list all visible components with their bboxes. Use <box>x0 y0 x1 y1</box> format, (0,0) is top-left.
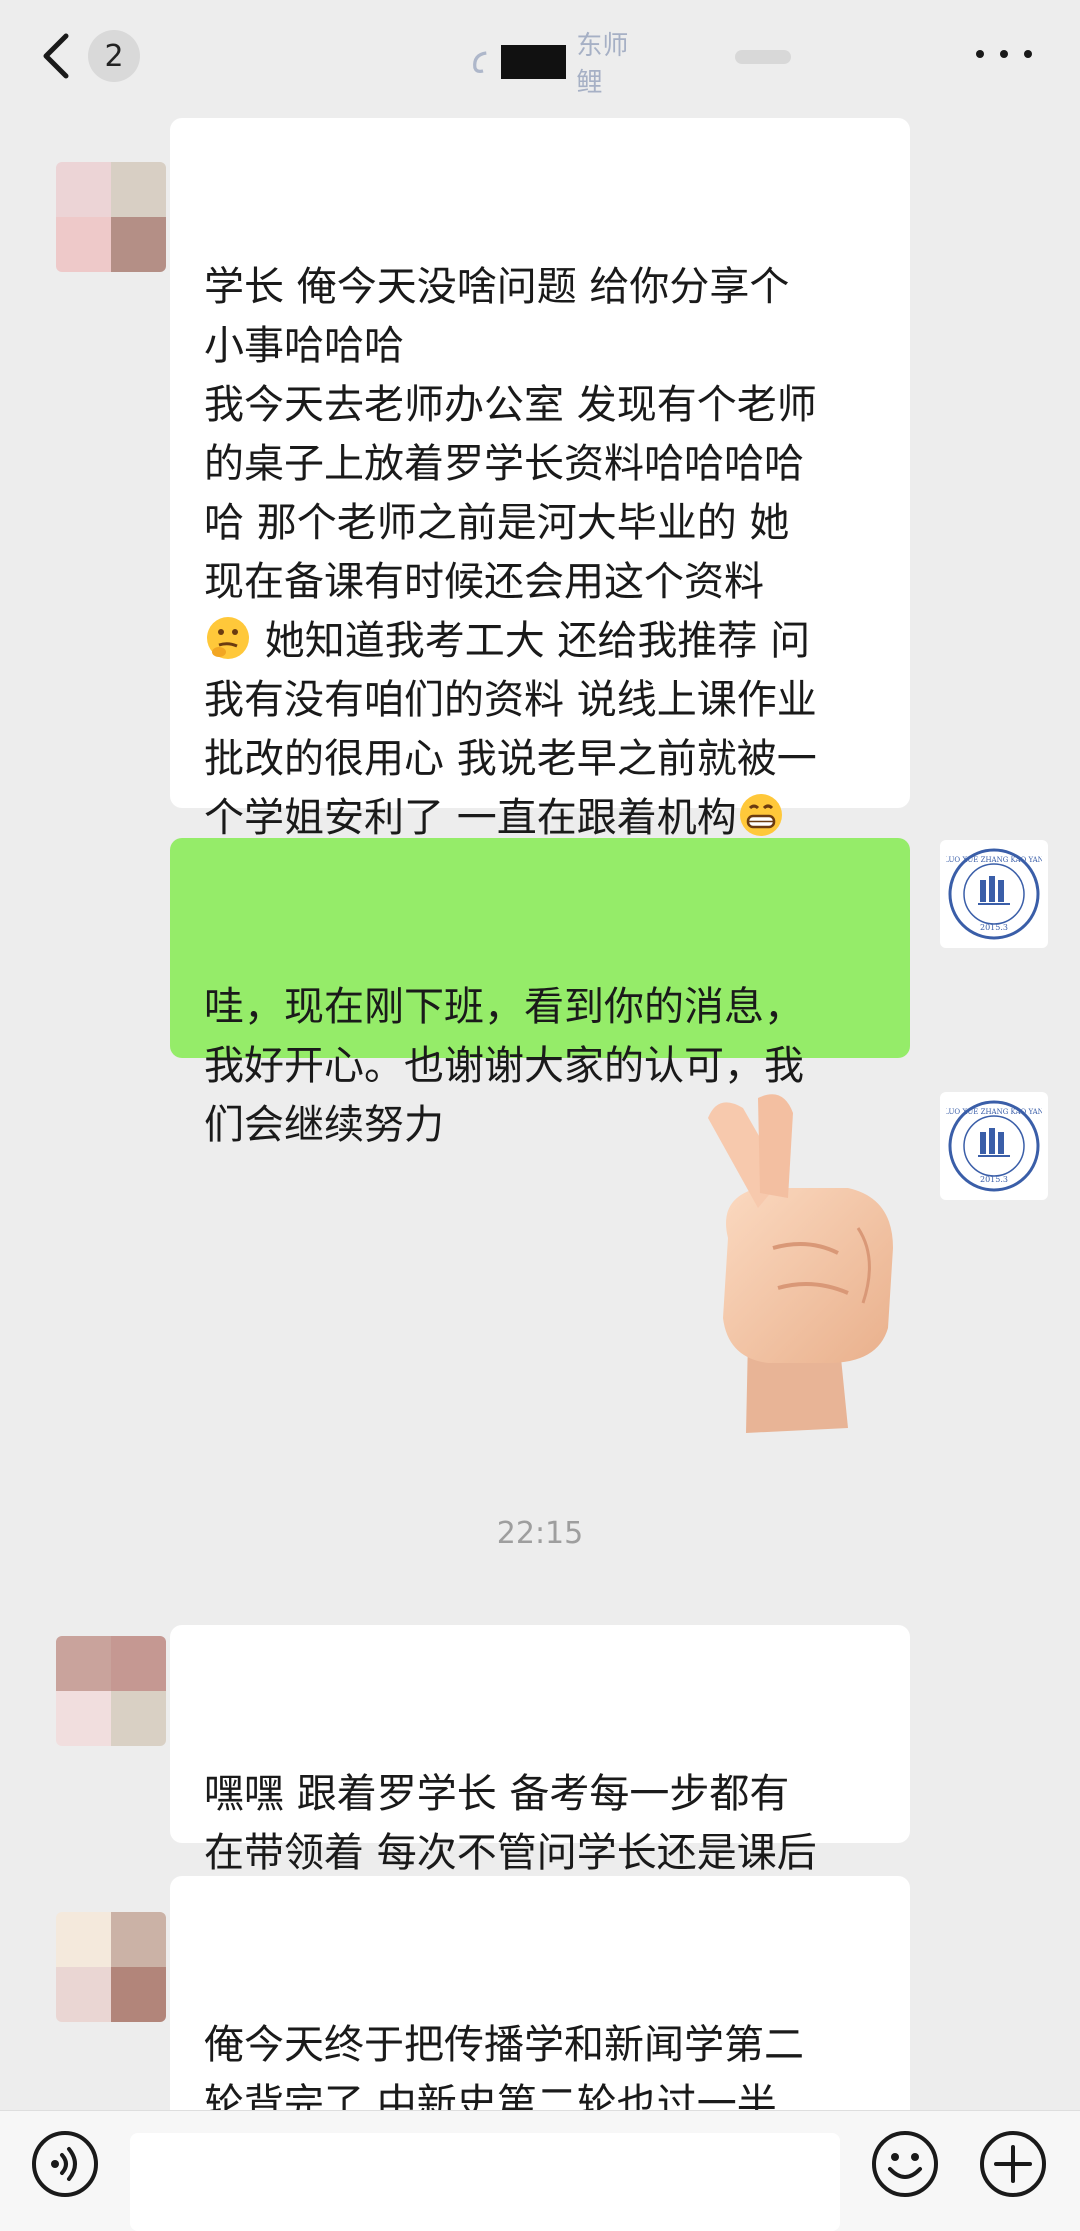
blur-smudge <box>735 50 791 64</box>
group-icon <box>473 51 487 73</box>
self-avatar-logo[interactable]: LUO XUE ZHANG KAO YAN 2015.3 <box>940 840 1048 948</box>
logo-arc-text: LUO XUE ZHANG KAO YAN <box>946 856 1042 864</box>
logo-year: 2015.3 <box>980 923 1008 932</box>
chevron-left-icon <box>43 33 69 79</box>
self-avatar-logo[interactable]: LUO XUE ZHANG KAO YAN 2015.3 <box>940 1092 1048 1200</box>
more-dots-icon <box>976 50 984 58</box>
message-bubble-incoming[interactable]: 嘿嘿 跟着罗学长 备考每一步都有 在带领着 每次不管问学长还是课后 问学姐都有很… <box>170 1625 910 1935</box>
message-timestamp: 22:15 <box>496 1516 584 1551</box>
emoji-icon[interactable] <box>870 2129 940 2199</box>
message-bubble-incoming[interactable]: 俺今天终于把传播学和新闻学第二 轮背完了 中新史第二轮也过一半 了 虽然进度不是… <box>170 1876 910 2136</box>
contact-avatar[interactable] <box>56 1636 166 1746</box>
thinking-emoji-icon <box>207 617 249 659</box>
back-button[interactable]: 2 <box>38 24 148 88</box>
unread-count-badge: 2 <box>88 30 140 82</box>
message-bubble-outgoing[interactable]: 哇，现在刚下班，看到你的消息， 我好开心。也谢谢大家的认可，我 们会继续努力 <box>170 838 910 1148</box>
chat-input-bar <box>0 2110 1080 2231</box>
contact-avatar[interactable] <box>56 1912 166 2022</box>
chat-header: 2 东师鲤 <box>0 0 1080 110</box>
grin-emoji-icon <box>739 794 782 836</box>
finger-heart-sticker[interactable] <box>688 1088 918 1438</box>
svg-text:2015.3: 2015.3 <box>980 1175 1008 1184</box>
logo-icon: LUO XUE ZHANG KAO YAN 2015.3 <box>946 1100 1042 1192</box>
contact-avatar[interactable] <box>56 162 166 272</box>
logo-icon: LUO XUE ZHANG KAO YAN 2015.3 <box>946 848 1042 940</box>
voice-icon[interactable] <box>30 2129 100 2199</box>
redaction-block <box>501 45 567 79</box>
plus-icon[interactable] <box>978 2129 1048 2199</box>
svg-text:LUO XUE ZHANG KAO YAN: LUO XUE ZHANG KAO YAN <box>946 1108 1042 1116</box>
chat-title-text: 东师鲤 <box>576 31 629 98</box>
more-options-button[interactable] <box>976 34 1032 74</box>
message-input[interactable] <box>130 2133 840 2231</box>
chat-title: 东师鲤 <box>470 31 640 98</box>
message-bubble-incoming[interactable]: 学长 俺今天没啥问题 给你分享个 小事哈哈哈 我今天去老师办公室 发现有个老师 的桌子… <box>170 118 910 895</box>
message-text: 学长 俺今天没啥问题 给你分享个 小事哈哈哈 我今天去老师办公室 发现有个老师 的桌子… <box>204 258 880 907</box>
